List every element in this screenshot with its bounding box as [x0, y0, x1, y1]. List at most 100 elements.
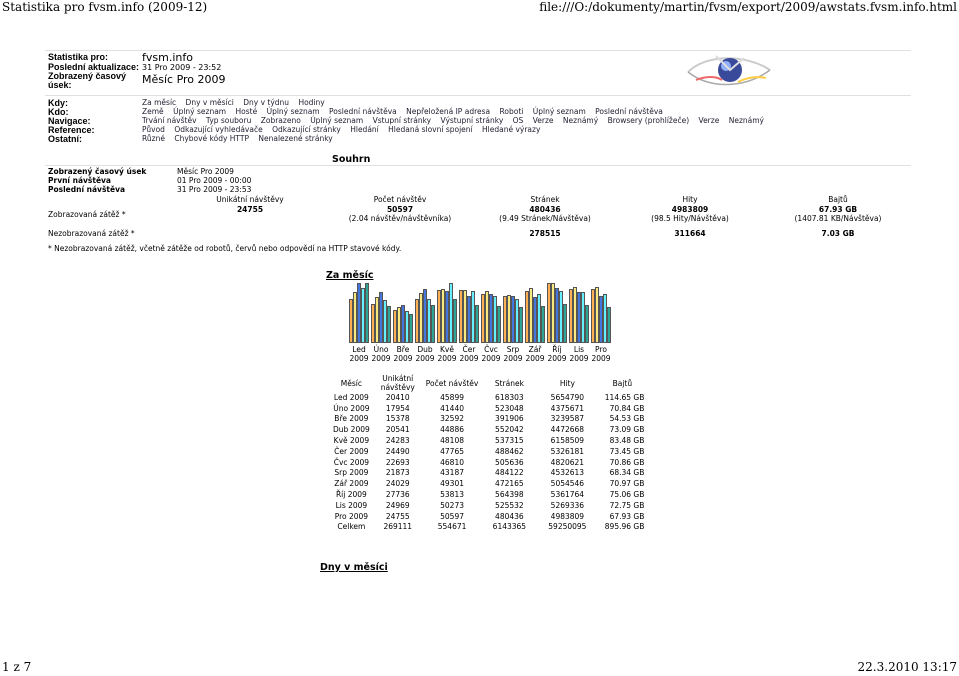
table-cell: Úno 2009 [333, 403, 370, 413]
monthly-chart-labels: Led 2009 Úno 2009 Bře 2009 Dub 2009 Kvě 2009 Čer 20… [348, 345, 612, 365]
stats-for-label: Statistika pro: [48, 52, 109, 62]
nav-link-browser-neznamy[interactable]: Neznámý [729, 116, 764, 125]
table-cell: 5326181 [550, 446, 585, 456]
nav-link-zeme-full[interactable]: Úplný seznam [173, 107, 226, 116]
chart-year-label: 2009 [393, 354, 413, 363]
nav-link-browser-verze[interactable]: Verze [699, 116, 720, 125]
nav-link-ruzne[interactable]: Různé [142, 134, 165, 143]
table-cell: Pro 2009 [334, 511, 369, 521]
table-cell: 53813 [440, 490, 464, 500]
summary-divider [45, 165, 911, 166]
nav-link-hledani[interactable]: Hledání [350, 125, 379, 134]
chart-bar [387, 306, 391, 343]
period-value: Měsíc Pro 2009 [142, 73, 226, 86]
nav-link-zobrazeno[interactable]: Zobrazeno [261, 116, 301, 125]
monthly-col-hits: Hity [559, 378, 575, 388]
nav-link-dny-v-tydnu[interactable]: Dny v týdnu [243, 98, 289, 107]
nav-link-nenalezene[interactable]: Nenalezené stránky [258, 134, 332, 143]
nav-link-vystupni[interactable]: Výstupní stránky [441, 116, 504, 125]
table-cell: 6143365 [492, 522, 527, 532]
table-cell: 75.06 GB [609, 490, 645, 500]
nav-link-roboti[interactable]: Roboti [500, 107, 524, 116]
chart-bar [519, 307, 523, 343]
nav-link-hoste-last[interactable]: Poslední návštěva [329, 107, 397, 116]
table-cell: 5269336 [550, 500, 585, 510]
nav-reference-row: Původ Odkazující vyhledávače Odkazující … [142, 125, 547, 134]
nav-link-hledana-spojeni[interactable]: Hledaná slovní spojení [388, 125, 472, 134]
chart-bar [365, 283, 369, 343]
chart-month-label: Dub [417, 345, 433, 354]
nav-link-hoste[interactable]: Hosté [236, 107, 258, 116]
table-cell: 68.34 GB [609, 468, 645, 478]
table-cell: 50273 [440, 500, 464, 510]
nav-link-chybove-kody[interactable]: Chybové kódy HTTP [174, 134, 249, 143]
chart-bar [563, 304, 567, 343]
table-cell: 552042 [495, 425, 524, 435]
table-cell: 5654790 [550, 392, 585, 402]
nav-link-hoste-full[interactable]: Úplný seznam [267, 107, 320, 116]
notviewed-hits-value: 311664 [674, 229, 706, 238]
table-cell: 70.84 GB [609, 403, 645, 413]
nav-link-roboti-last[interactable]: Poslední návštěva [595, 107, 663, 116]
summary-col-bytes: Bajtů [828, 195, 848, 204]
nav-link-roboti-full[interactable]: Úplný seznam [533, 107, 586, 116]
viewed-bytes-value: 67.93 GB [818, 205, 858, 214]
viewed-pages-value: 480436 [529, 205, 561, 214]
monthly-col-unique: Unikátní návštěvy [380, 374, 415, 392]
table-cell: Říj 2009 [335, 490, 367, 500]
chart-bar [607, 307, 611, 343]
table-cell: 83.48 GB [609, 436, 645, 446]
table-cell: 46810 [440, 457, 464, 467]
table-cell: 3239587 [550, 414, 585, 424]
table-cell: 67.93 GB [609, 511, 645, 521]
table-cell: 523048 [495, 403, 524, 413]
monthly-col-bytes: Bajtů [612, 378, 633, 388]
table-cell: 20410 [385, 392, 410, 402]
nav-link-typ-souboru[interactable]: Typ souboru [206, 116, 251, 125]
table-row: Srp 2009 21873 43187 484122 4532613 68.34 GB [330, 468, 647, 479]
nav-link-trvani[interactable]: Trvání návštěv [142, 116, 197, 125]
table-row: Lis 2009 24969 50273 525532 5269336 72.75 GB [330, 500, 647, 511]
period-label: Zobrazený časový úsek: [48, 71, 127, 90]
chart-month-label: Kvě [440, 345, 454, 354]
chart-bar [585, 305, 589, 343]
summary-col-pages: Stránek [530, 195, 560, 204]
nav-link-hodiny[interactable]: Hodiny [298, 98, 324, 107]
daily-title[interactable]: Dny v měsíci [320, 562, 388, 573]
summary-first-visit-value: 01 Pro 2009 - 00:00 [177, 176, 252, 185]
table-cell: 4820621 [550, 457, 585, 467]
table-cell: 484122 [495, 468, 524, 478]
nav-link-zeme[interactable]: Země [142, 107, 164, 116]
monthly-title[interactable]: Za měsíc [326, 270, 374, 281]
nav-link-os-verze[interactable]: Verze [533, 116, 554, 125]
chart-month-label: Čvc [484, 345, 498, 354]
viewed-unique-value: 24755 [236, 205, 264, 214]
nav-link-puvod[interactable]: Původ [142, 125, 165, 134]
chart-year-label: 2009 [481, 354, 501, 363]
table-cell: 24755 [385, 511, 410, 521]
chart-month-label: Srp [506, 345, 520, 354]
nav-link-zobrazeno-full[interactable]: Úplný seznam [310, 116, 363, 125]
table-cell: Lis 2009 [335, 500, 368, 510]
table-row: Bře 2009 15378 32592 391906 3239587 54.53 GB [330, 414, 647, 425]
viewed-bytes-sub: (1407.81 KB/Návštěva) [794, 214, 882, 223]
chart-month-label: Zář [528, 345, 542, 354]
nav-link-odkazujici-stranky[interactable]: Odkazující stránky [272, 125, 341, 134]
nav-link-vstupni[interactable]: Vstupní stránky [373, 116, 432, 125]
nav-link-browsery[interactable]: Browsery (prohlížeče) [608, 116, 690, 125]
table-cell: 4532613 [550, 468, 585, 478]
nav-link-dny-v-mesici[interactable]: Dny v měsíci [186, 98, 234, 107]
table-cell: 525532 [495, 500, 524, 510]
viewed-traffic-label: Zobrazovaná zátěž * [48, 210, 126, 219]
summary-col-hits: Hity [682, 195, 698, 204]
nav-link-za-mesic[interactable]: Za měsíc [142, 98, 176, 107]
nav-link-unresolved-ip[interactable]: Nepřeložená IP adresa [406, 107, 490, 116]
nav-link-os[interactable]: OS [513, 116, 524, 125]
table-cell: 41440 [440, 403, 464, 413]
table-cell: 70.86 GB [609, 457, 645, 467]
chart-month-label: Bře [396, 345, 410, 354]
nav-link-os-neznamy[interactable]: Neznámý [563, 116, 598, 125]
table-cell: 618303 [495, 392, 524, 402]
nav-link-hledane-vyrazy[interactable]: Hledané výrazy [482, 125, 540, 134]
nav-link-odkazujici-vyhledavace[interactable]: Odkazující vyhledávače [174, 125, 262, 134]
